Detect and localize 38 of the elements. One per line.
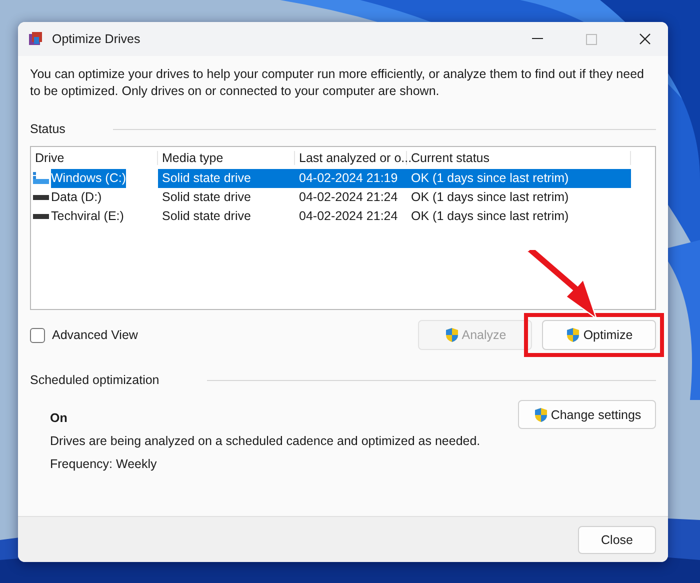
table-cell-text: 04-02-2024 21:24 xyxy=(298,189,399,206)
drive-icon xyxy=(33,172,49,185)
checkbox[interactable] xyxy=(30,328,45,342)
section-heading: Status xyxy=(30,122,66,136)
column-header[interactable]: Media type xyxy=(158,151,295,165)
table-cell-text: OK (1 days since last retrim) xyxy=(410,208,570,225)
change-settings-button[interactable]: Change settings xyxy=(518,400,656,429)
table-cell: 04-02-2024 21:19 xyxy=(295,169,407,188)
window-title: Optimize Drives xyxy=(52,32,142,46)
table-cell-text: Data (D:) xyxy=(51,189,102,206)
table-cell-text: Techviral (E:) xyxy=(51,208,124,225)
close-icon xyxy=(639,33,651,45)
close-dialog-button[interactable]: Close xyxy=(578,526,656,554)
table-cell-text: OK (1 days since last retrim) xyxy=(410,189,570,206)
shield-icon xyxy=(532,406,549,422)
column-header[interactable]: Drive xyxy=(31,151,158,165)
table-cell: Windows (C:) xyxy=(51,169,126,188)
frequency-text: Frequency: Weekly xyxy=(50,457,158,471)
shield-icon xyxy=(444,327,460,343)
shield-icon xyxy=(565,327,582,343)
schedule-description: Drives are being analyzed on a scheduled cadence and optimized as needed. xyxy=(50,434,482,448)
drive-icon xyxy=(33,194,49,200)
table-cell: Solid state drive xyxy=(158,169,295,188)
table-cell-text: 04-02-2024 21:24 xyxy=(298,208,399,225)
column-header[interactable]: Current status xyxy=(407,151,631,165)
checkbox-label: Advanced View xyxy=(52,328,138,342)
optimize-button[interactable]: Optimize xyxy=(542,320,656,350)
drive-icon xyxy=(33,214,49,220)
defrag-icon xyxy=(28,31,44,47)
table-cell-text: Solid state drive xyxy=(161,208,252,225)
schedule-state: On xyxy=(50,411,68,425)
table-cell-text: Solid state drive xyxy=(161,189,252,206)
section-heading: Scheduled optimization xyxy=(30,373,160,387)
table-cell: OK (1 days since last retrim) xyxy=(407,169,631,188)
description-text: You can optimize your drives to help your computer run more efficiently, or analyze them to find out if they need to be optimized. Only drives on or connected to your computer are shown. xyxy=(30,66,645,100)
drive-list[interactable] xyxy=(30,146,656,310)
maximize-icon xyxy=(586,34,596,44)
minimize-icon xyxy=(532,38,542,40)
